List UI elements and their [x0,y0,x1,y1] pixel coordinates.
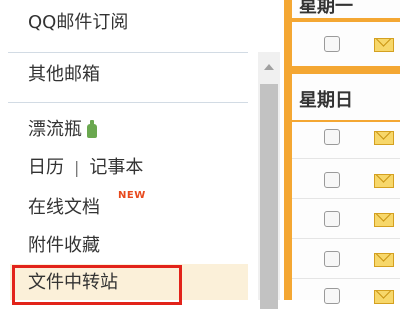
sidebar: QQ邮件订阅 其他邮箱 漂流瓶 日历 | 记事本 在线文档 NEW 附件收藏 文件中… [0,0,258,305]
sidebar-item-drift-bottle[interactable]: 漂流瓶 [28,118,97,142]
sidebar-item-other-mailbox[interactable]: 其他邮箱 [28,63,100,87]
group-header-monday: 星期一 [299,0,353,17]
sidebar-item-attachments[interactable]: 附件收藏 [28,234,100,258]
row-divider [292,158,400,159]
sidebar-item-label: 漂流瓶 [28,119,82,140]
mail-list-pane: 星期一 星期日 [284,0,400,304]
mail-row-panel [292,122,400,300]
link-separator: | [74,158,80,177]
notebook-link[interactable]: 记事本 [89,157,143,178]
sidebar-scrollbar[interactable] [258,52,280,309]
sidebar-divider [8,102,248,103]
mail-checkbox[interactable] [324,129,340,145]
row-divider [292,238,400,239]
envelope-icon [374,213,394,227]
envelope-icon [374,174,394,188]
sidebar-item-qq-subscribe[interactable]: QQ邮件订阅 [28,11,128,35]
scroll-thumb[interactable] [260,84,278,309]
group-header-sunday: 星期日 [299,90,353,111]
envelope-icon [374,38,394,52]
sidebar-divider [8,52,248,53]
envelope-icon [374,290,394,304]
envelope-icon [374,131,394,145]
row-divider [292,198,400,199]
mail-checkbox[interactable] [324,172,340,188]
mail-checkbox[interactable] [324,251,340,267]
arrow-up-icon [264,64,274,70]
envelope-icon [374,253,394,267]
mail-checkbox[interactable] [324,288,340,304]
row-divider [292,278,400,279]
mail-checkbox[interactable] [324,211,340,227]
mail-checkbox[interactable] [324,36,340,52]
calendar-link[interactable]: 日历 [28,157,64,178]
annotation-red-box [12,265,182,305]
bottle-icon [87,120,97,138]
new-badge: NEW [118,190,146,201]
sidebar-item-online-docs[interactable]: 在线文档 [28,196,100,220]
sidebar-item-calendar-notebook: 日历 | 记事本 [28,156,143,180]
scroll-up-button[interactable] [258,52,280,82]
